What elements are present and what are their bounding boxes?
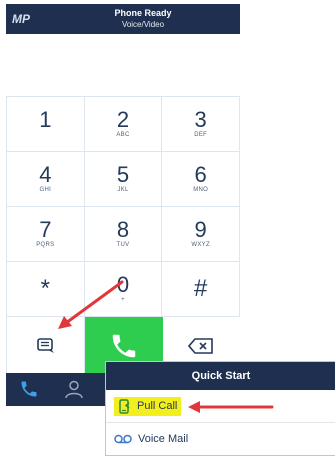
key-3[interactable]: 3 DEF: [162, 97, 241, 151]
key-4[interactable]: 4 GHI: [6, 152, 85, 206]
key-7[interactable]: 7 PQRS: [6, 207, 85, 261]
key-6[interactable]: 6 MNO: [162, 152, 241, 206]
voice-mail-label: Voice Mail: [138, 433, 189, 445]
pull-call-icon: [119, 398, 130, 414]
quick-start-panel: Quick Start Pull Call Voice Mail: [105, 361, 335, 456]
key-0[interactable]: 0 +: [84, 262, 163, 316]
key-star[interactable]: *: [6, 262, 85, 316]
app-logo: MP: [12, 12, 30, 26]
key-9[interactable]: 9 WXYZ: [162, 207, 241, 261]
backspace-icon: [188, 337, 214, 354]
quick-start-title: Quick Start: [106, 362, 335, 390]
phone-tab-icon[interactable]: [19, 379, 39, 399]
voicemail-icon: [114, 434, 132, 444]
key-hash[interactable]: #: [162, 262, 241, 316]
pull-call-highlight: Pull Call: [114, 396, 182, 416]
dial-pad: 1 2 ABC 3 DEF 4 GHI 5 JKL 6 MNO 7 PQRS 8 TUV 9W…: [6, 96, 241, 375]
message-icon: [36, 337, 54, 353]
status-title: Phone Ready: [114, 8, 172, 18]
phone-icon: [112, 334, 136, 357]
key-2[interactable]: 2 ABC: [84, 97, 163, 151]
quick-start-button[interactable]: [6, 317, 86, 374]
voice-mail-item[interactable]: Voice Mail: [106, 423, 335, 455]
key-1[interactable]: 1: [6, 97, 85, 151]
pull-call-item[interactable]: Pull Call: [106, 390, 335, 423]
status-header: MP Phone Ready Voice/Video: [6, 4, 240, 34]
status-subtitle: Voice/Video: [121, 20, 165, 29]
key-5[interactable]: 5 JKL: [84, 152, 163, 206]
contacts-icon[interactable]: [64, 379, 84, 399]
pull-call-label: Pull Call: [137, 400, 178, 412]
key-8[interactable]: 8 TUV: [84, 207, 163, 261]
